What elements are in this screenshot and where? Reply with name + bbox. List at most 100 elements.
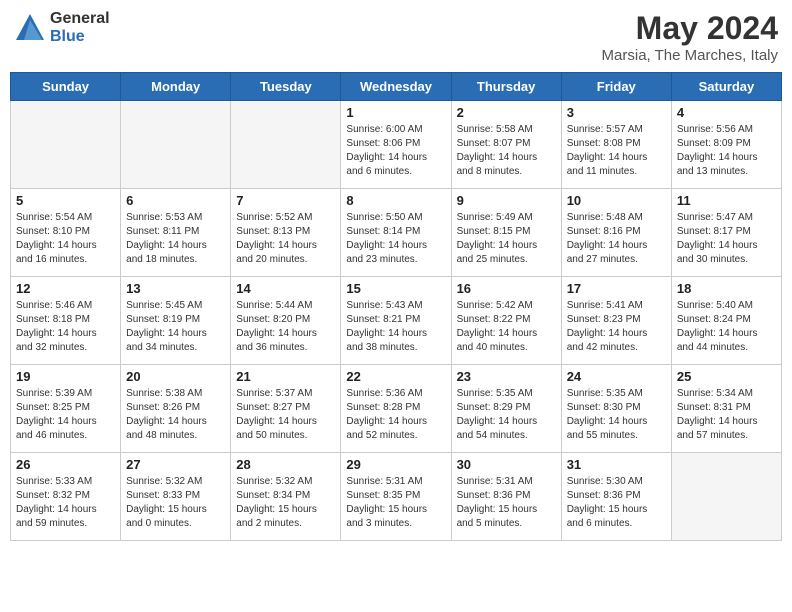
logo-blue-text: Blue	[50, 28, 110, 46]
day-cell: 6 Sunrise: 5:53 AMSunset: 8:11 PMDaylight…	[121, 189, 231, 277]
day-cell: 3Sunrise: 5:57 AMSunset: 8:08 PMDaylight…	[561, 101, 671, 189]
logo-general-text: General	[50, 10, 110, 28]
day-number: 26	[16, 457, 115, 472]
day-header-wednesday: Wednesday	[341, 73, 451, 101]
day-info: Sunrise: 5:56 AMSunset: 8:09 PMDaylight:…	[677, 123, 776, 179]
day-cell: 16 Sunrise: 5:42 AMSunset: 8:22 PMDayligh…	[451, 277, 561, 365]
day-number: 8	[346, 193, 445, 208]
day-cell: 19Sunrise: 5:39 AMSunset: 8:25 PMDayligh…	[11, 365, 121, 453]
day-number: 22	[346, 369, 445, 384]
day-header-saturday: Saturday	[671, 73, 781, 101]
day-cell: 9Sunrise: 5:49 AMSunset: 8:15 PMDaylight…	[451, 189, 561, 277]
day-info: Sunrise: 5:48 AMSunset: 8:16 PMDaylight:…	[567, 211, 666, 267]
day-info: Sunrise: 5:45 AMSunset: 8:19 PMDaylight:…	[126, 299, 225, 355]
day-cell: 22Sunrise: 5:36 AMSunset: 8:28 PMDayligh…	[341, 365, 451, 453]
day-number: 20	[126, 369, 225, 384]
day-cell: 17Sunrise: 5:41 AMSunset: 8:23 PMDayligh…	[561, 277, 671, 365]
day-info: Sunrise: 5:49 AMSunset: 8:15 PMDaylight:…	[457, 211, 556, 267]
day-number: 6	[126, 193, 225, 208]
day-cell: 11 Sunrise: 5:47 AMSunset: 8:17 PMDayligh…	[671, 189, 781, 277]
day-info: Sunrise: 5:35 AMSunset: 8:29 PMDaylight:…	[457, 387, 556, 443]
week-row-1: 1 Sunrise: 6:00 AMSunset: 8:06 PMDaylight…	[11, 101, 782, 189]
day-number: 11	[677, 193, 776, 208]
day-cell: 14 Sunrise: 5:44 AMSunset: 8:20 PMDayligh…	[231, 277, 341, 365]
day-number: 15	[346, 281, 445, 296]
day-info: Sunrise: 5:52 AMSunset: 8:13 PMDaylight:…	[236, 211, 335, 267]
week-row-3: 12 Sunrise: 5:46 AMSunset: 8:18 PMDayligh…	[11, 277, 782, 365]
day-info: Sunrise: 5:47 AMSunset: 8:17 PMDaylight:…	[677, 211, 776, 267]
week-row-4: 19Sunrise: 5:39 AMSunset: 8:25 PMDayligh…	[11, 365, 782, 453]
day-number: 7	[236, 193, 335, 208]
day-number: 23	[457, 369, 556, 384]
day-number: 5	[16, 193, 115, 208]
day-cell: 10 Sunrise: 5:48 AMSunset: 8:16 PMDayligh…	[561, 189, 671, 277]
day-number: 10	[567, 193, 666, 208]
day-number: 3	[567, 105, 666, 120]
day-cell: 31 Sunrise: 5:30 AMSunset: 8:36 PMDayligh…	[561, 453, 671, 541]
day-number: 12	[16, 281, 115, 296]
day-cell: 7 Sunrise: 5:52 AMSunset: 8:13 PMDaylight…	[231, 189, 341, 277]
day-number: 29	[346, 457, 445, 472]
day-info: Sunrise: 5:54 AMSunset: 8:10 PMDaylight:…	[16, 211, 115, 267]
day-cell: 18 Sunrise: 5:40 AMSunset: 8:24 PMDayligh…	[671, 277, 781, 365]
day-cell: 1 Sunrise: 6:00 AMSunset: 8:06 PMDaylight…	[341, 101, 451, 189]
day-number: 24	[567, 369, 666, 384]
calendar-title: May 2024	[602, 10, 778, 47]
day-info: Sunrise: 5:31 AMSunset: 8:35 PMDaylight:…	[346, 475, 445, 531]
day-cell: 23 Sunrise: 5:35 AMSunset: 8:29 PMDayligh…	[451, 365, 561, 453]
day-info: Sunrise: 5:58 AMSunset: 8:07 PMDaylight:…	[457, 123, 556, 179]
day-info: Sunrise: 5:38 AMSunset: 8:26 PMDaylight:…	[126, 387, 225, 443]
header-row: SundayMondayTuesdayWednesdayThursdayFrid…	[11, 73, 782, 101]
logo: General Blue	[14, 10, 110, 45]
day-cell: 2 Sunrise: 5:58 AMSunset: 8:07 PMDaylight…	[451, 101, 561, 189]
day-info: Sunrise: 6:00 AMSunset: 8:06 PMDaylight:…	[346, 123, 445, 179]
day-info: Sunrise: 5:44 AMSunset: 8:20 PMDaylight:…	[236, 299, 335, 355]
day-header-tuesday: Tuesday	[231, 73, 341, 101]
day-info: Sunrise: 5:50 AMSunset: 8:14 PMDaylight:…	[346, 211, 445, 267]
day-number: 2	[457, 105, 556, 120]
day-info: Sunrise: 5:30 AMSunset: 8:36 PMDaylight:…	[567, 475, 666, 531]
day-info: Sunrise: 5:53 AMSunset: 8:11 PMDaylight:…	[126, 211, 225, 267]
day-info: Sunrise: 5:37 AMSunset: 8:27 PMDaylight:…	[236, 387, 335, 443]
day-info: Sunrise: 5:46 AMSunset: 8:18 PMDaylight:…	[16, 299, 115, 355]
day-info: Sunrise: 5:35 AMSunset: 8:30 PMDaylight:…	[567, 387, 666, 443]
day-cell: 29 Sunrise: 5:31 AMSunset: 8:35 PMDayligh…	[341, 453, 451, 541]
logo-icon	[14, 12, 46, 44]
day-number: 31	[567, 457, 666, 472]
week-row-5: 26Sunrise: 5:33 AMSunset: 8:32 PMDayligh…	[11, 453, 782, 541]
day-header-thursday: Thursday	[451, 73, 561, 101]
day-cell: 30Sunrise: 5:31 AMSunset: 8:36 PMDayligh…	[451, 453, 561, 541]
day-cell	[121, 101, 231, 189]
day-cell: 4 Sunrise: 5:56 AMSunset: 8:09 PMDaylight…	[671, 101, 781, 189]
day-header-monday: Monday	[121, 73, 231, 101]
calendar-subtitle: Marsia, The Marches, Italy	[602, 47, 778, 64]
day-cell: 27 Sunrise: 5:32 AMSunset: 8:33 PMDayligh…	[121, 453, 231, 541]
day-number: 4	[677, 105, 776, 120]
day-number: 28	[236, 457, 335, 472]
day-number: 13	[126, 281, 225, 296]
day-number: 21	[236, 369, 335, 384]
day-number: 1	[346, 105, 445, 120]
day-info: Sunrise: 5:32 AMSunset: 8:33 PMDaylight:…	[126, 475, 225, 531]
day-info: Sunrise: 5:42 AMSunset: 8:22 PMDaylight:…	[457, 299, 556, 355]
day-header-sunday: Sunday	[11, 73, 121, 101]
day-cell: 28Sunrise: 5:32 AMSunset: 8:34 PMDayligh…	[231, 453, 341, 541]
day-number: 27	[126, 457, 225, 472]
day-cell	[231, 101, 341, 189]
day-number: 16	[457, 281, 556, 296]
day-cell: 21 Sunrise: 5:37 AMSunset: 8:27 PMDayligh…	[231, 365, 341, 453]
calendar-table: SundayMondayTuesdayWednesdayThursdayFrid…	[10, 72, 782, 541]
day-cell: 13 Sunrise: 5:45 AMSunset: 8:19 PMDayligh…	[121, 277, 231, 365]
day-cell: 5 Sunrise: 5:54 AMSunset: 8:10 PMDaylight…	[11, 189, 121, 277]
day-number: 25	[677, 369, 776, 384]
day-info: Sunrise: 5:41 AMSunset: 8:23 PMDaylight:…	[567, 299, 666, 355]
day-cell: 26Sunrise: 5:33 AMSunset: 8:32 PMDayligh…	[11, 453, 121, 541]
day-number: 14	[236, 281, 335, 296]
day-number: 18	[677, 281, 776, 296]
day-cell: 15Sunrise: 5:43 AMSunset: 8:21 PMDayligh…	[341, 277, 451, 365]
day-cell: 8 Sunrise: 5:50 AMSunset: 8:14 PMDaylight…	[341, 189, 451, 277]
day-number: 19	[16, 369, 115, 384]
page-header: General Blue May 2024 Marsia, The Marche…	[10, 10, 782, 64]
day-cell	[671, 453, 781, 541]
day-info: Sunrise: 5:40 AMSunset: 8:24 PMDaylight:…	[677, 299, 776, 355]
